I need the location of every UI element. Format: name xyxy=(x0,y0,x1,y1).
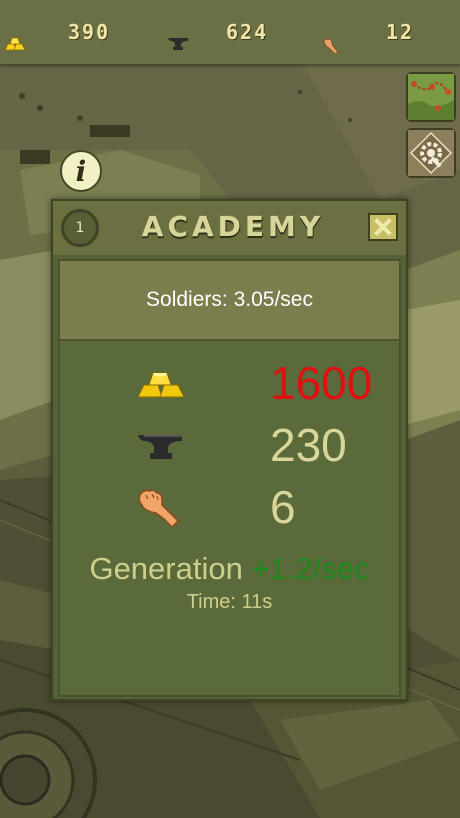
build-time: Time: 11s xyxy=(186,591,273,613)
dialog-body: Soldiers: 3.05/sec 1600 230 6 Generation… xyxy=(58,259,401,697)
cost-row-gold: 1600 xyxy=(60,357,399,409)
level-badge: 1 xyxy=(61,209,99,247)
cost-manpower-value: 6 xyxy=(270,481,296,533)
cost-iron-value: 230 xyxy=(270,419,347,471)
manpower-amount: 12 xyxy=(386,20,415,44)
info-icon: i xyxy=(75,154,87,188)
generation-rate: +1.2/sec xyxy=(251,551,370,586)
close-x-icon xyxy=(374,218,392,236)
production-rate: Soldiers: 3.05/sec xyxy=(146,288,313,311)
production-panel: Soldiers: 3.05/sec xyxy=(60,261,399,341)
gold-bars-icon xyxy=(4,30,26,58)
building-dialog: 1 ACADEMY Soldiers: 3.05/sec 1600 230 6 … xyxy=(51,199,408,701)
map-icon xyxy=(408,74,454,120)
cost-row-manpower: 6 xyxy=(60,481,399,533)
close-button[interactable] xyxy=(368,213,398,241)
cost-row-iron: 230 xyxy=(60,419,399,471)
iron-amount: 624 xyxy=(226,20,269,44)
dialog-header: 1 ACADEMY xyxy=(53,201,406,255)
anvil-icon xyxy=(136,423,186,467)
generation-label: Generation xyxy=(89,551,243,586)
info-button[interactable]: i xyxy=(60,150,102,192)
fist-icon xyxy=(136,485,186,529)
fist-icon xyxy=(322,32,340,60)
resource-bar: 390 624 12 xyxy=(0,0,460,64)
map-button[interactable] xyxy=(406,72,456,122)
dialog-title: ACADEMY xyxy=(141,210,325,243)
anvil-icon xyxy=(167,30,189,58)
generation-line: Generation +1.2/sec xyxy=(60,551,399,587)
gold-bars-icon xyxy=(136,361,186,405)
settings-button[interactable] xyxy=(406,128,456,178)
cost-gold-value: 1600 xyxy=(270,357,373,409)
gold-amount: 390 xyxy=(68,20,111,44)
settings-gear-icon xyxy=(408,130,454,176)
